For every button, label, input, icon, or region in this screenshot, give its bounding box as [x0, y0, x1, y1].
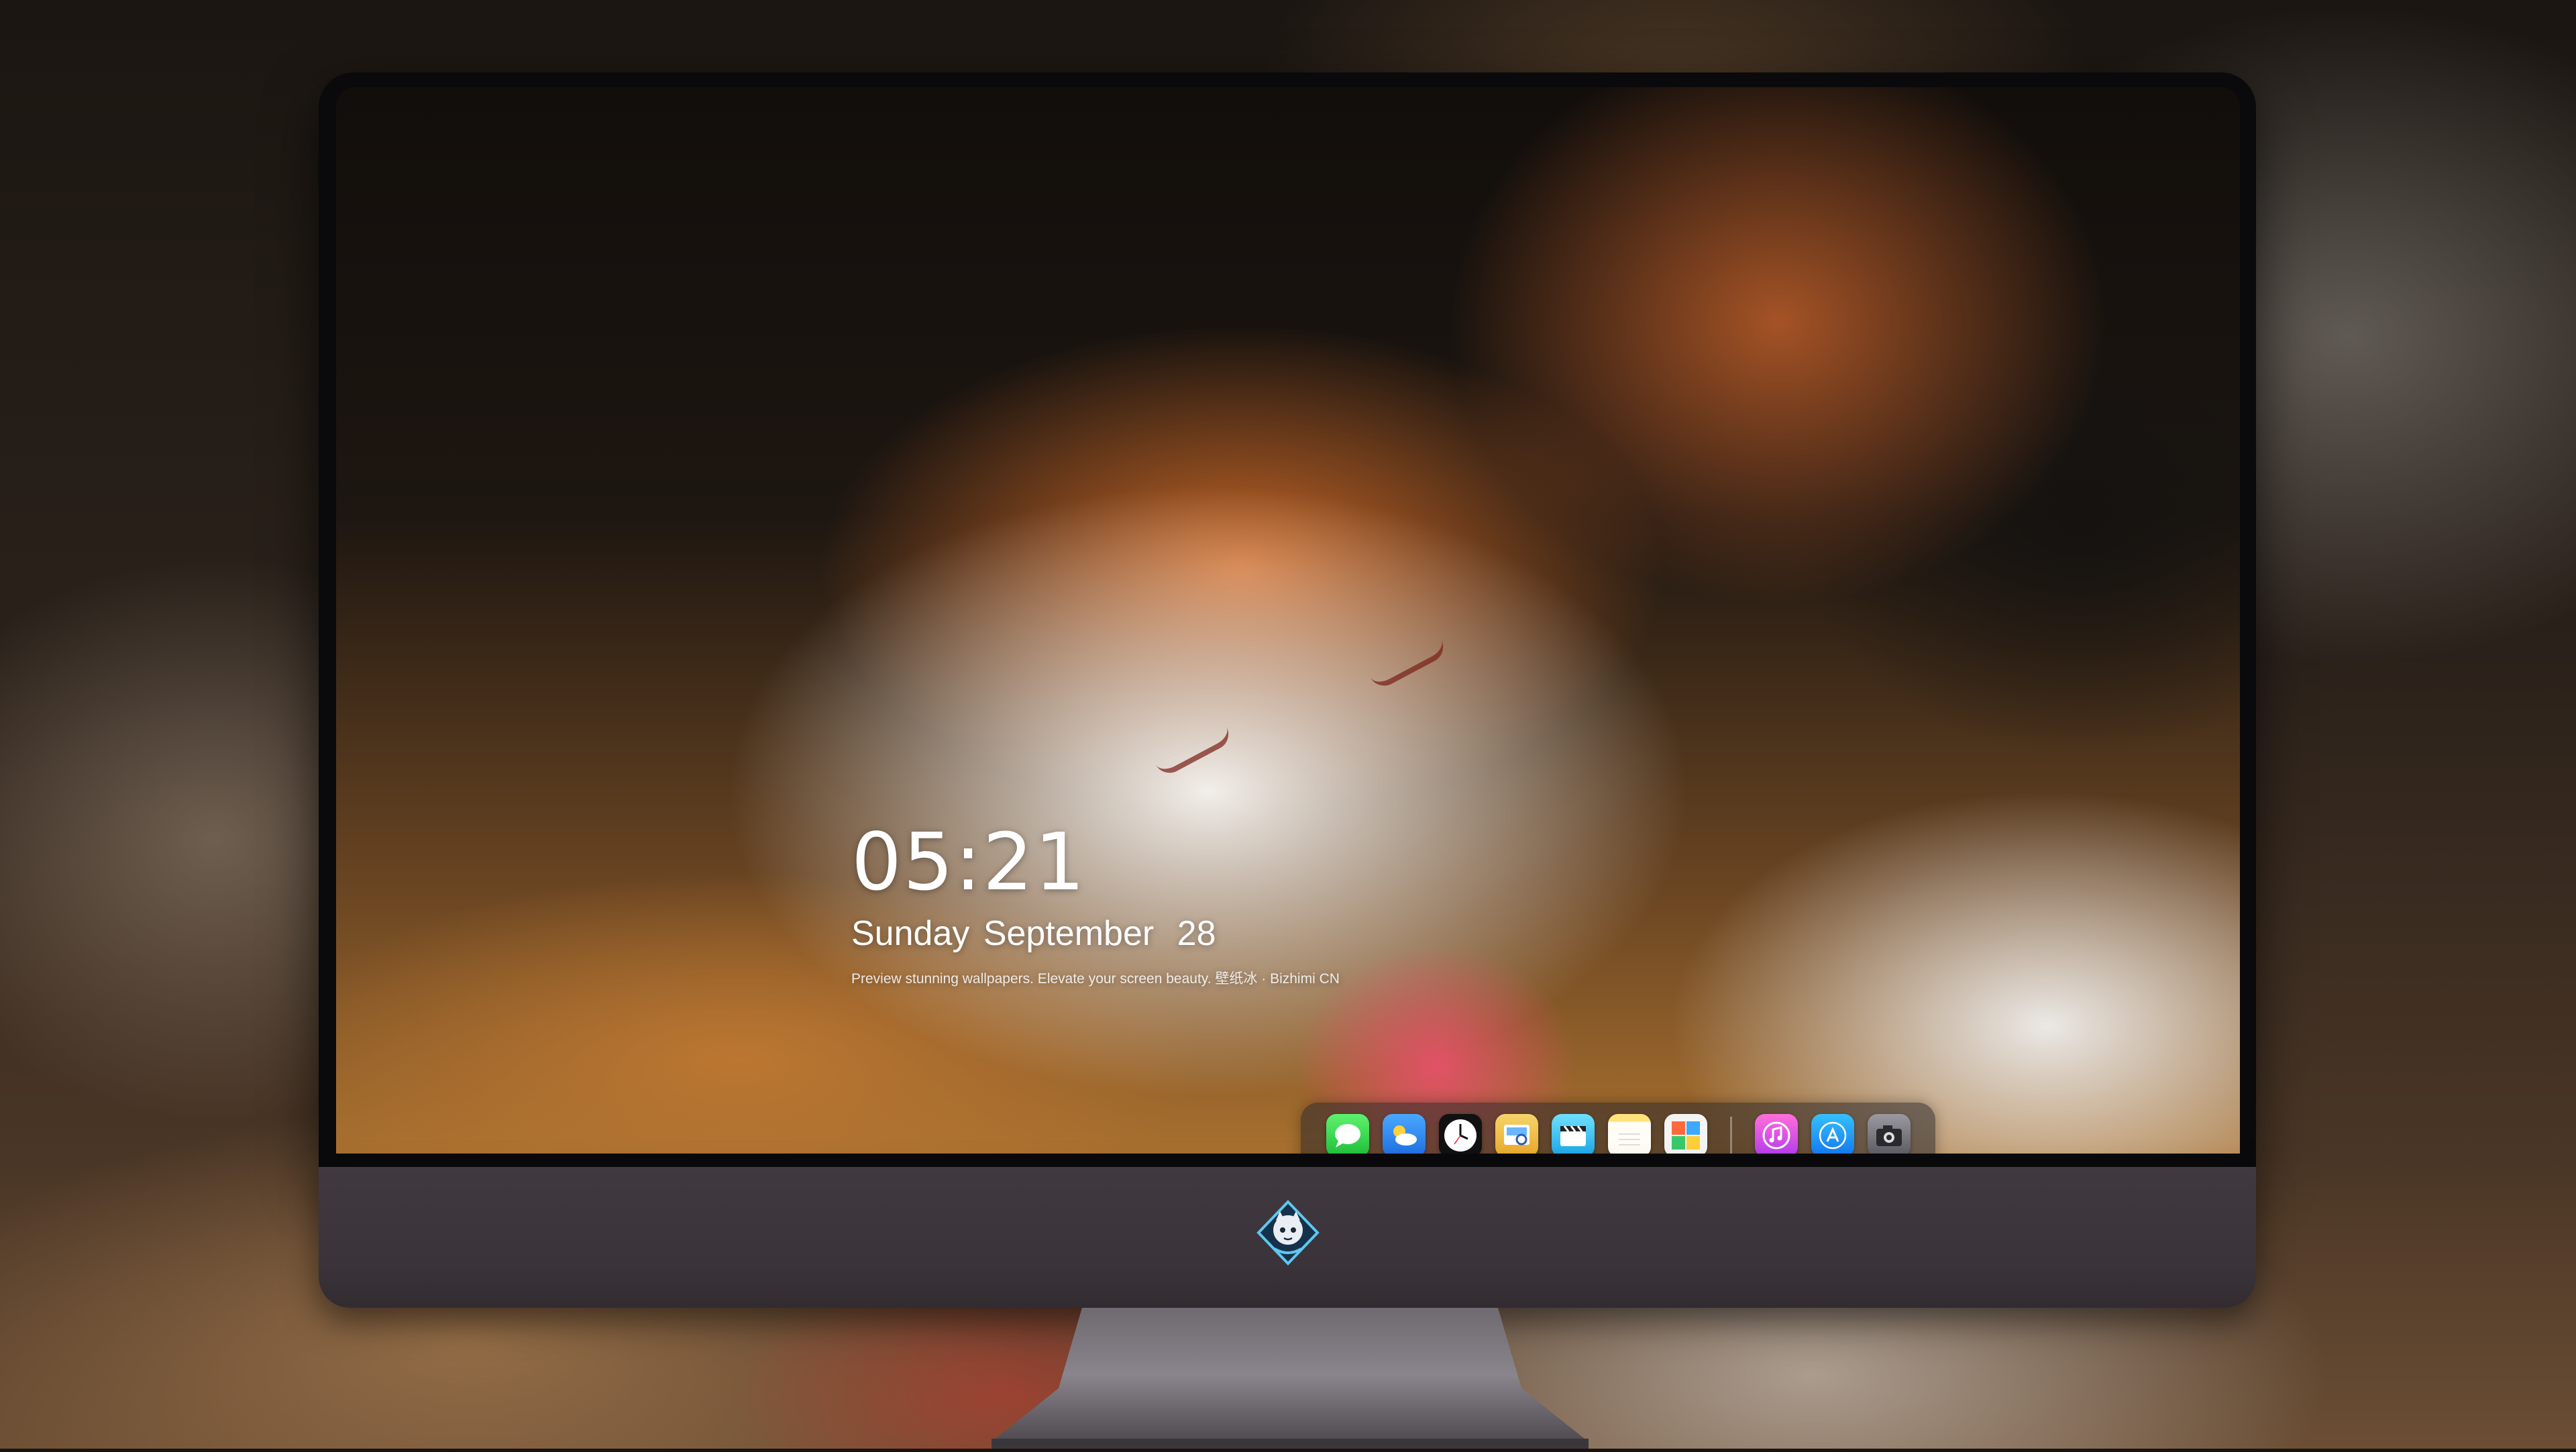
itunes-icon[interactable] — [1754, 1114, 1798, 1154]
clock-time: 05:21 — [851, 816, 1087, 908]
clock-icon[interactable] — [1438, 1114, 1482, 1154]
wallpaper-tagline: Preview stunning wallpapers. Elevate you… — [851, 971, 1340, 987]
dock-separator — [1729, 1117, 1732, 1154]
brand-logo-icon — [1254, 1199, 1322, 1266]
photo-booth-icon[interactable] — [1664, 1114, 1707, 1154]
wallpaper-detail — [1370, 639, 1449, 691]
messages-icon[interactable] — [1326, 1114, 1369, 1154]
notes-icon[interactable] — [1607, 1114, 1651, 1154]
monitor: 05:21 Sunday September 28 Preview stunni… — [319, 72, 2256, 1308]
dock — [1301, 1103, 1935, 1154]
monitor-stand — [991, 1308, 1589, 1449]
wallpaper-detail — [1155, 726, 1234, 779]
monitor-bezel: 05:21 Sunday September 28 Preview stunni… — [319, 72, 2256, 1167]
clips-icon[interactable] — [1551, 1114, 1595, 1154]
app-store-icon[interactable] — [1811, 1114, 1854, 1154]
lock-screen-clock: 05:21 Sunday September 28 Preview stunni… — [851, 818, 1340, 989]
date-month: September — [983, 914, 1155, 953]
camera-icon[interactable] — [1867, 1114, 1911, 1154]
clock-date: Sunday September 28 — [851, 912, 1340, 955]
preview-icon[interactable] — [1495, 1114, 1538, 1154]
date-weekday: Sunday — [851, 914, 970, 953]
desktop-screen: 05:21 Sunday September 28 Preview stunni… — [336, 87, 2240, 1154]
weather-icon[interactable] — [1382, 1114, 1426, 1154]
date-day: 28 — [1177, 914, 1216, 953]
